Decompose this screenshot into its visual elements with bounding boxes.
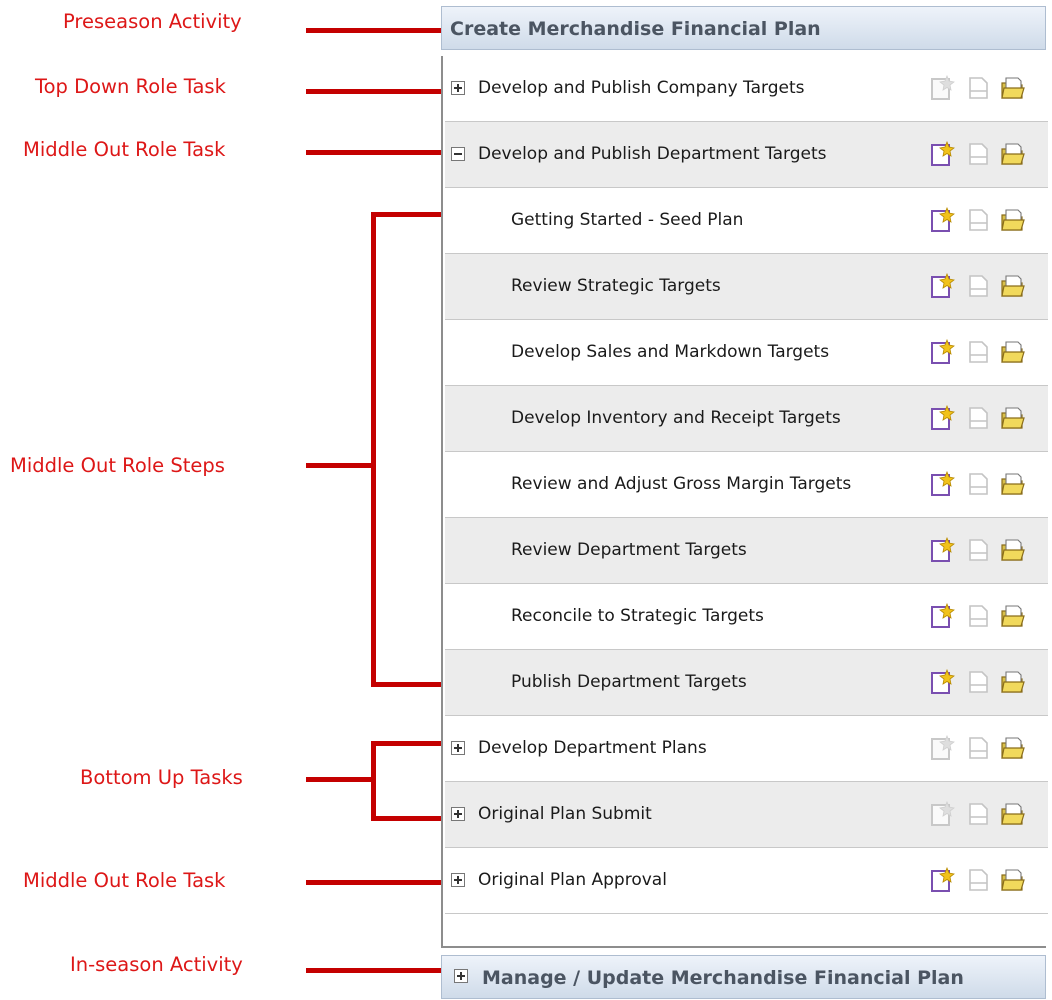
task-row[interactable]: Develop and Publish Company Targets xyxy=(445,56,1048,122)
task-label[interactable]: Original Plan Approval xyxy=(478,848,667,913)
open-folder-icon[interactable] xyxy=(1000,471,1026,497)
step-label[interactable]: Publish Department Targets xyxy=(511,650,747,715)
step-row[interactable]: Review and Adjust Gross Margin Targets xyxy=(445,452,1048,518)
leader-line-top-down-task xyxy=(306,89,443,94)
step-label[interactable]: Reconcile to Strategic Targets xyxy=(511,584,764,649)
task-row[interactable]: Original Plan Submit xyxy=(445,782,1048,848)
step-row[interactable]: Review Department Targets xyxy=(445,518,1048,584)
new-workbook-icon xyxy=(930,74,956,101)
annotation-inseason-activity: In-season Activity xyxy=(70,953,243,976)
step-row[interactable]: Review Strategic Targets xyxy=(445,254,1048,320)
open-folder-icon[interactable] xyxy=(1000,735,1026,761)
annotation-middle-out-role-steps: Middle Out Role Steps xyxy=(10,454,225,477)
task-label[interactable]: Develop Department Plans xyxy=(478,716,707,781)
step-row[interactable]: Reconcile to Strategic Targets xyxy=(445,584,1048,650)
task-label[interactable]: Develop and Publish Department Targets xyxy=(478,122,827,187)
open-folder-icon[interactable] xyxy=(1000,75,1026,101)
new-workbook-icon xyxy=(930,800,956,827)
annotation-middle-out-role-task-2: Middle Out Role Task xyxy=(23,869,226,892)
leader-line-preseason xyxy=(306,28,443,33)
task-row[interactable]: Develop Department Plans xyxy=(445,716,1048,782)
open-document-icon xyxy=(965,669,991,695)
open-document-icon xyxy=(965,735,991,761)
step-label[interactable]: Develop Inventory and Receipt Targets xyxy=(511,386,841,451)
expand-toggle-icon[interactable] xyxy=(451,81,465,95)
leader-line-steps xyxy=(306,463,376,468)
bracket-steps-bottom xyxy=(371,682,443,687)
open-document-icon xyxy=(965,801,991,827)
step-label[interactable]: Develop Sales and Markdown Targets xyxy=(511,320,829,385)
new-workbook-icon[interactable] xyxy=(930,470,956,497)
annotation-top-down-role-task: Top Down Role Task xyxy=(35,75,226,98)
annotation-bottom-up-tasks: Bottom Up Tasks xyxy=(80,766,243,789)
open-folder-icon[interactable] xyxy=(1000,339,1026,365)
annotation-middle-out-role-task: Middle Out Role Task xyxy=(23,138,226,161)
expand-toggle-icon[interactable] xyxy=(451,873,465,887)
new-workbook-icon xyxy=(930,734,956,761)
task-row[interactable]: Develop and Publish Department Targets xyxy=(445,122,1048,188)
open-folder-icon[interactable] xyxy=(1000,603,1026,629)
open-document-icon xyxy=(965,405,991,431)
new-workbook-icon[interactable] xyxy=(930,602,956,629)
step-label[interactable]: Review Strategic Targets xyxy=(511,254,721,319)
open-folder-icon[interactable] xyxy=(1000,405,1026,431)
bracket-bottom-up-top xyxy=(371,741,443,746)
task-list: Develop and Publish Company Targets Devel… xyxy=(441,56,1048,948)
new-workbook-icon[interactable] xyxy=(930,866,956,893)
open-folder-icon[interactable] xyxy=(1000,207,1026,233)
open-folder-icon[interactable] xyxy=(1000,537,1026,563)
step-row[interactable]: Develop Inventory and Receipt Targets xyxy=(445,386,1048,452)
step-row[interactable]: Getting Started - Seed Plan xyxy=(445,188,1048,254)
open-folder-icon[interactable] xyxy=(1000,669,1026,695)
task-label[interactable]: Original Plan Submit xyxy=(478,782,652,847)
open-document-icon xyxy=(965,537,991,563)
expand-toggle-icon[interactable] xyxy=(451,741,465,755)
task-row[interactable]: Original Plan Approval xyxy=(445,848,1048,914)
step-label[interactable]: Getting Started - Seed Plan xyxy=(511,188,743,253)
bracket-bottom-up-bottom xyxy=(371,816,443,821)
new-workbook-icon[interactable] xyxy=(930,536,956,563)
open-document-icon xyxy=(965,603,991,629)
new-workbook-icon[interactable] xyxy=(930,206,956,233)
bracket-steps-vertical xyxy=(371,212,376,687)
open-folder-icon[interactable] xyxy=(1000,801,1026,827)
open-document-icon xyxy=(965,75,991,101)
open-document-icon xyxy=(965,471,991,497)
new-workbook-icon[interactable] xyxy=(930,668,956,695)
step-label[interactable]: Review Department Targets xyxy=(511,518,747,583)
leader-line-middle-out-task xyxy=(306,150,443,155)
open-folder-icon[interactable] xyxy=(1000,141,1026,167)
step-row[interactable]: Develop Sales and Markdown Targets xyxy=(445,320,1048,386)
activity-header-manage-plan[interactable]: Manage / Update Merchandise Financial Pl… xyxy=(441,955,1046,999)
leader-line-middle-out-task-2 xyxy=(306,880,443,885)
expand-toggle-icon[interactable] xyxy=(454,969,468,983)
step-label[interactable]: Review and Adjust Gross Margin Targets xyxy=(511,452,851,517)
new-workbook-icon[interactable] xyxy=(930,272,956,299)
activity-header-manage-plan-label: Manage / Update Merchandise Financial Pl… xyxy=(482,967,964,989)
leader-line-bottom-up xyxy=(306,777,376,782)
open-document-icon xyxy=(965,207,991,233)
open-document-icon xyxy=(965,273,991,299)
open-document-icon xyxy=(965,339,991,365)
bracket-steps-top xyxy=(371,212,443,217)
workflow-panel: Create Merchandise Financial Plan Develo… xyxy=(441,6,1048,999)
task-label[interactable]: Develop and Publish Company Targets xyxy=(478,56,805,121)
leader-line-inseason xyxy=(306,968,443,973)
open-document-icon xyxy=(965,867,991,893)
new-workbook-icon[interactable] xyxy=(930,140,956,167)
new-workbook-icon[interactable] xyxy=(930,338,956,365)
expand-toggle-icon[interactable] xyxy=(451,807,465,821)
open-document-icon xyxy=(965,141,991,167)
step-row[interactable]: Publish Department Targets xyxy=(445,650,1048,716)
new-workbook-icon[interactable] xyxy=(930,404,956,431)
activity-header-create-plan[interactable]: Create Merchandise Financial Plan xyxy=(441,6,1046,50)
collapse-toggle-icon[interactable] xyxy=(451,147,465,161)
open-folder-icon[interactable] xyxy=(1000,867,1026,893)
annotation-preseason-activity: Preseason Activity xyxy=(63,10,242,33)
bracket-bottom-up-vertical xyxy=(371,741,376,821)
open-folder-icon[interactable] xyxy=(1000,273,1026,299)
